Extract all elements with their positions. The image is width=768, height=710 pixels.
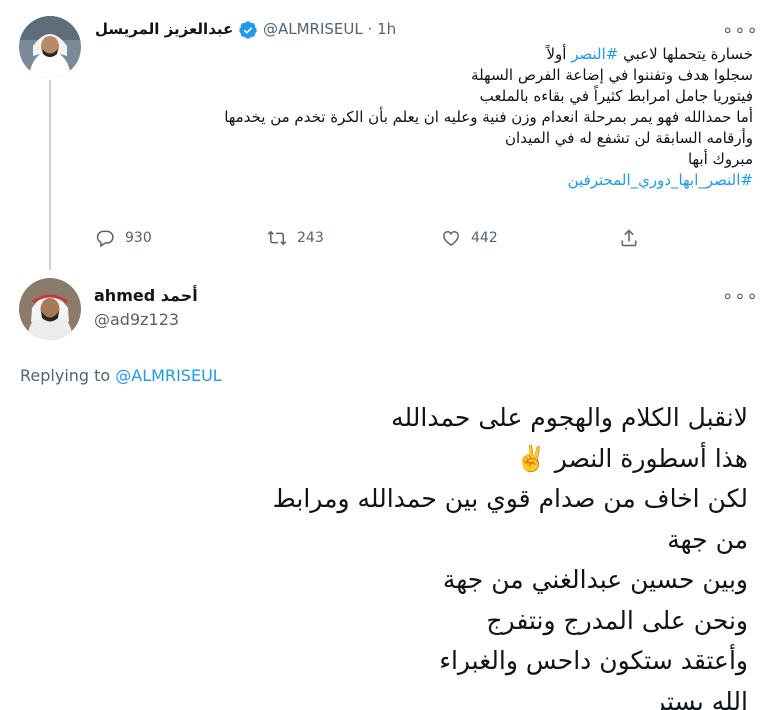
tweet-text-line: لانقبل الكلام والهجوم على حمدالله (391, 403, 748, 432)
author-handle: @ALMRISEUL (263, 20, 363, 38)
avatar[interactable] (19, 16, 81, 78)
share-button[interactable] (619, 228, 649, 248)
author-display-name[interactable]: عبدالعزيز المريسل (95, 20, 233, 38)
replying-to-line: Replying to @ALMRISEUL (20, 366, 222, 385)
share-icon (621, 229, 637, 247)
reply-count: 930 (125, 230, 152, 246)
tweet-text-line: وأرقامه السابقة لن تشفع له في الميدان (505, 129, 753, 147)
avatar-image-icon (19, 278, 81, 340)
author-handle-and-time[interactable]: @ALMRISEUL · 1h (263, 20, 396, 38)
like-count: 442 (471, 230, 498, 246)
reply-icon (96, 230, 114, 248)
tweet-text-line: #النصر_ابها_دوري_المحترفين (95, 170, 753, 191)
timestamp[interactable]: 1h (377, 20, 396, 38)
tweet-text-line: أما حمدالله فهو يمر بمرحلة انعدام وزن فن… (224, 108, 753, 126)
avatar[interactable] (19, 278, 81, 340)
tweet-text-line: الله يستر (653, 686, 748, 710)
more-icon[interactable]: ∘∘∘ (722, 286, 759, 307)
display-name-arabic: أحمد (160, 286, 198, 305)
avatar-image-icon (19, 16, 81, 78)
thread-connector-line (49, 80, 51, 270)
author-handle[interactable]: @ad9z123 (94, 310, 179, 329)
display-name-english: ahmed (94, 286, 156, 305)
retweet-count: 243 (297, 230, 324, 246)
retweet-button[interactable]: 243 (267, 228, 324, 248)
time-separator: · (367, 20, 373, 38)
hashtag-link[interactable]: #النصر_ابها_دوري_المحترفين (568, 171, 753, 189)
like-icon (443, 231, 459, 246)
tweet-text: لانقبل الكلام والهجوم على حمدالله هذا أس… (20, 398, 748, 710)
tweet-text-line: وأعتقد ستكون داحس والغبراء (439, 646, 748, 675)
tweet-text-line: لكن اخاف من صدام قوي بين حمدالله ومرابط (272, 484, 748, 513)
tweet-text-line: خسارة يتحملها لاعبي #النصر أولاً (546, 45, 753, 63)
tweet-text-line: مبروك أبها (687, 150, 753, 168)
tweet-header: عبدالعزيز المريسل @ALMRISEUL · 1h (95, 18, 755, 42)
author-display-name[interactable]: ahmed أحمد (94, 286, 198, 305)
tweet-actions: 930 243 442 (95, 228, 655, 256)
hashtag-link[interactable]: #النصر (571, 45, 618, 63)
tweet-text: خسارة يتحملها لاعبي #النصر أولاً سجلوا ه… (95, 44, 753, 191)
like-button[interactable]: 442 (441, 228, 498, 248)
tweet-text-line: من جهة (667, 524, 748, 554)
reply-button[interactable]: 930 (95, 228, 152, 248)
tweet-text-line: ونحن على المدرج ونتفرج (486, 605, 748, 635)
tweet-text-line: وبين حسين عبدالغني من جهة (442, 565, 748, 594)
retweet-icon (267, 230, 287, 246)
tweet-text-line: هذا أسطورة النصر ✌️ (515, 443, 748, 473)
more-icon[interactable]: ∘∘∘ (722, 20, 759, 41)
replying-to-label: Replying to (20, 366, 111, 385)
tweet-text-line: فيتوريا جامل امرابط كثيراً في بقاءه بالم… (479, 87, 753, 105)
tweet-text-line: سجلوا هدف وتفننوا في إضاعة الفرص السهلة (471, 66, 753, 84)
replying-to-handle-link[interactable]: @ALMRISEUL (115, 366, 221, 385)
verified-badge-icon (238, 20, 258, 40)
